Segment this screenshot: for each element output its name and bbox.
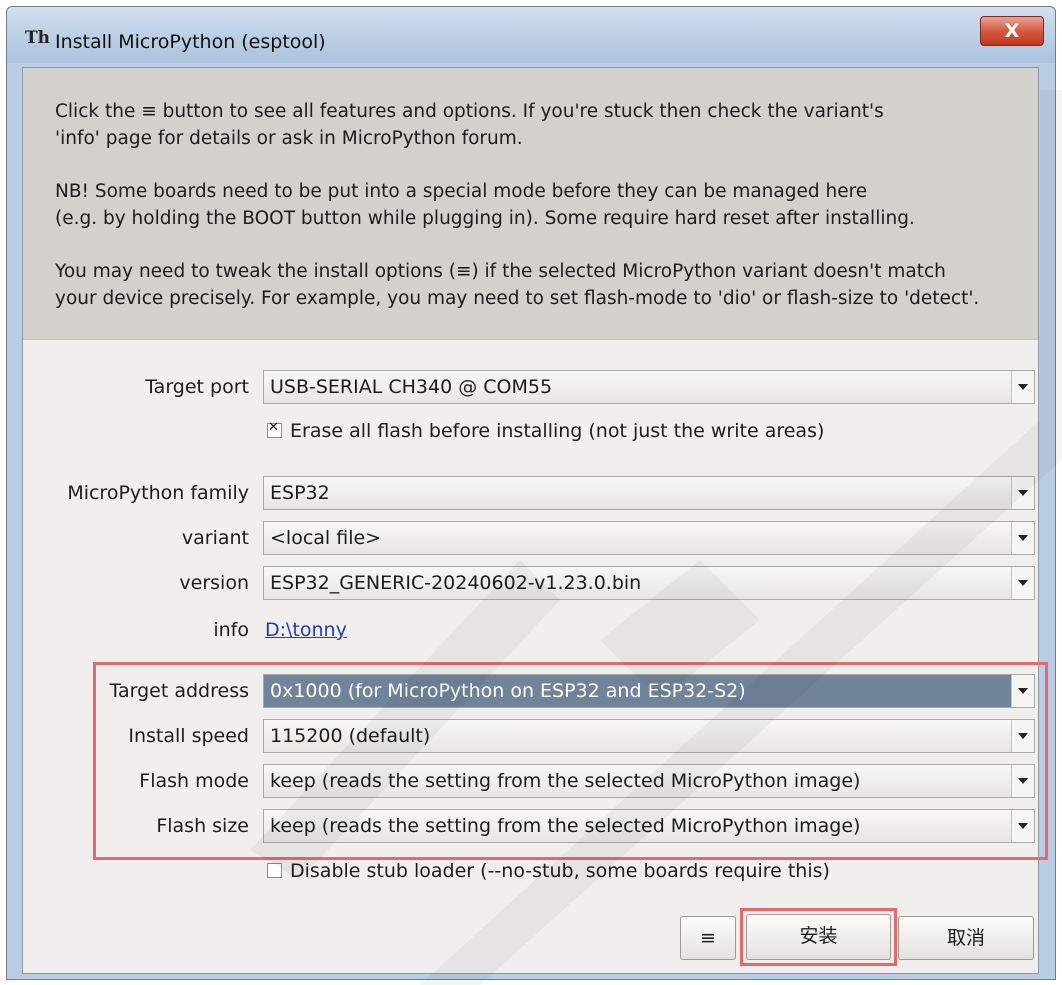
dialog-window: Th Install MicroPython (esptool) X Click… <box>6 6 1056 980</box>
info-link[interactable]: D:\tonny <box>265 619 347 641</box>
close-button[interactable]: X <box>980 16 1044 46</box>
erase-flash-label: Erase all flash before installing (not j… <box>290 420 825 442</box>
chevron-down-icon[interactable] <box>1011 675 1034 707</box>
install-speed-value: 115200 (default) <box>270 725 431 747</box>
install-speed-select[interactable]: 115200 (default) <box>263 719 1035 753</box>
family-value: ESP32 <box>270 482 330 504</box>
target-port-select[interactable]: USB-SERIAL CH340 @ COM55 <box>263 370 1035 404</box>
target-port-label: Target port <box>145 376 249 398</box>
chevron-down-icon[interactable] <box>1011 522 1034 554</box>
chevron-down-icon[interactable] <box>1011 810 1034 842</box>
intro-text-3: You may need to tweak the install option… <box>55 261 980 309</box>
install-speed-label: Install speed <box>128 725 249 747</box>
variant-value: <local file> <box>270 527 382 549</box>
flash-mode-select[interactable]: keep (reads the setting from the selecte… <box>263 764 1035 798</box>
flash-size-select[interactable]: keep (reads the setting from the selecte… <box>263 809 1035 843</box>
flash-mode-value: keep (reads the setting from the selecte… <box>270 770 861 792</box>
cancel-button[interactable]: 取消 <box>898 916 1034 960</box>
version-select[interactable]: ESP32_GENERIC-20240602-v1.23.0.bin <box>263 566 1035 600</box>
window-title: Install MicroPython (esptool) <box>55 31 326 53</box>
variant-select[interactable]: <local file> <box>263 521 1035 555</box>
intro-text-1: Click the ≡ button to see all features a… <box>55 101 884 149</box>
target-address-value: 0x1000 (for MicroPython on ESP32 and ESP… <box>270 680 746 702</box>
thonny-app-icon: Th <box>25 28 51 48</box>
variant-label: variant <box>181 527 249 549</box>
intro-text-2: NB! Some boards need to be put into a sp… <box>55 181 915 229</box>
disable-stub-label: Disable stub loader (--no-stub, some boa… <box>290 860 830 882</box>
disable-stub-checkbox-row[interactable]: Disable stub loader (--no-stub, some boa… <box>267 860 830 882</box>
chevron-down-icon[interactable] <box>1011 720 1034 752</box>
disable-stub-checkbox[interactable] <box>267 863 282 878</box>
target-port-value: USB-SERIAL CH340 @ COM55 <box>270 376 553 398</box>
chevron-down-icon[interactable] <box>1011 477 1034 509</box>
erase-flash-checkbox-row[interactable]: Erase all flash before installing (not j… <box>267 420 824 442</box>
target-address-select[interactable]: 0x1000 (for MicroPython on ESP32 and ESP… <box>263 674 1035 708</box>
target-address-label: Target address <box>109 680 249 702</box>
family-label: MicroPython family <box>67 482 249 504</box>
flash-size-value: keep (reads the setting from the selecte… <box>270 815 861 837</box>
info-label: info <box>213 619 249 641</box>
family-select[interactable]: ESP32 <box>263 476 1035 510</box>
version-value: ESP32_GENERIC-20240602-v1.23.0.bin <box>270 572 642 594</box>
flash-mode-label: Flash mode <box>139 770 249 792</box>
title-bar[interactable]: Th Install MicroPython (esptool) X <box>7 7 1055 63</box>
install-button[interactable]: 安装 <box>746 914 891 960</box>
chevron-down-icon[interactable] <box>1011 371 1034 403</box>
chevron-down-icon[interactable] <box>1011 765 1034 797</box>
chevron-down-icon[interactable] <box>1011 567 1034 599</box>
erase-flash-checkbox[interactable] <box>267 420 282 438</box>
dialog-body: Click the ≡ button to see all features a… <box>22 67 1048 974</box>
options-menu-button[interactable]: ≡ <box>680 916 736 960</box>
intro-panel: Click the ≡ button to see all features a… <box>23 68 1038 340</box>
version-label: version <box>179 572 249 594</box>
flash-size-label: Flash size <box>156 815 249 837</box>
